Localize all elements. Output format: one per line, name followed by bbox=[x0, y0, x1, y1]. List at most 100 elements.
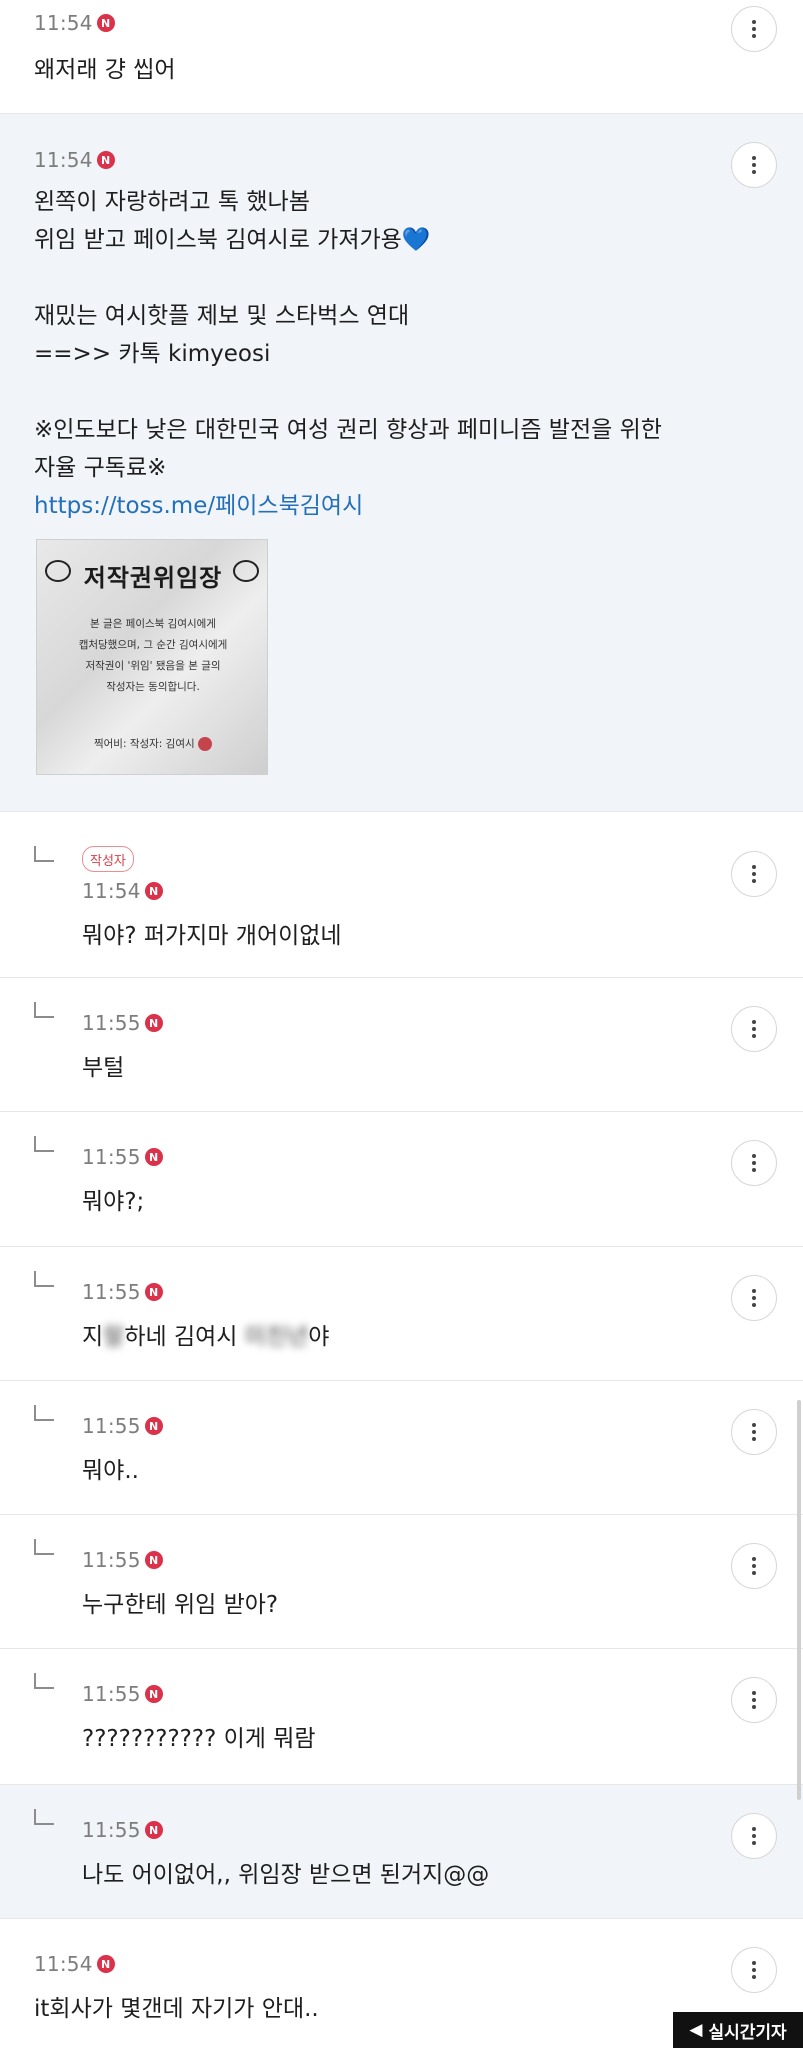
comment-time: 11:54 bbox=[82, 879, 141, 903]
comment-text: ??????????? 이게 뭐람 bbox=[82, 1726, 316, 1752]
comment-meta: 11:54 N bbox=[34, 1949, 115, 1979]
more-vertical-icon bbox=[752, 865, 756, 883]
more-options-button[interactable] bbox=[731, 142, 777, 188]
new-badge: N bbox=[144, 882, 163, 900]
reply-comment: 11:55 N 뭐야.. bbox=[0, 1381, 803, 1515]
comment-meta: 11:55 N bbox=[82, 1008, 163, 1038]
comment-text: 뭐야?; bbox=[82, 1189, 145, 1215]
reply-arrow-icon bbox=[34, 1002, 54, 1018]
more-vertical-icon bbox=[752, 1827, 756, 1845]
comment-meta: 11:54 N bbox=[34, 8, 115, 38]
comment-text: 뭐야.. bbox=[82, 1458, 139, 1484]
comment-text-line: ※인도보다 낮은 대한민국 여성 권리 향상과 페미니즘 발전을 위한 bbox=[34, 417, 662, 443]
comment-text: 왜저래 걍 씹어 bbox=[34, 57, 176, 83]
new-badge: N bbox=[144, 1014, 163, 1032]
more-vertical-icon bbox=[752, 1557, 756, 1575]
more-vertical-icon bbox=[752, 20, 756, 38]
comment-text-line: 왼쪽이 자랑하려고 톡 했나봄 bbox=[34, 189, 310, 215]
comment-time: 11:54 bbox=[34, 148, 93, 172]
comment-text: 뭐야? 퍼가지마 개어이없네 bbox=[82, 923, 342, 949]
reply-comment: 11:55 N 누구한테 위임 받아? bbox=[0, 1515, 803, 1649]
reply-comment: 작성자 11:54 N 뭐야? 퍼가지마 개어이없네 bbox=[0, 812, 803, 978]
more-options-button[interactable] bbox=[731, 6, 777, 52]
more-options-button[interactable] bbox=[731, 1409, 777, 1455]
reply-arrow-icon bbox=[34, 1673, 54, 1689]
comment-text: 나도 어이없어,, 위임장 받으면 된거지@@ bbox=[82, 1862, 490, 1888]
more-options-button[interactable] bbox=[731, 1543, 777, 1589]
new-badge: N bbox=[144, 1283, 163, 1301]
certificate-line: 캡처당했으며, 그 순간 김여시에게 bbox=[78, 639, 228, 651]
comment-text: it회사가 몇갠데 자기가 안대.. bbox=[34, 1996, 319, 2022]
comment-text-line: 자율 구독료※ bbox=[34, 455, 167, 481]
more-options-button[interactable] bbox=[731, 1140, 777, 1186]
more-options-button[interactable] bbox=[731, 1813, 777, 1859]
comment-time: 11:55 bbox=[82, 1414, 141, 1438]
comment-text-part: 지 bbox=[82, 1324, 104, 1350]
comment-time: 11:55 bbox=[82, 1682, 141, 1706]
watermark-text: 실시간기자 bbox=[708, 2022, 787, 2043]
more-vertical-icon bbox=[752, 1020, 756, 1038]
reply-arrow-icon bbox=[34, 1539, 54, 1555]
new-badge: N bbox=[144, 1148, 163, 1166]
new-badge: N bbox=[144, 1417, 163, 1435]
megaphone-icon: ◀ bbox=[689, 2020, 703, 2040]
more-vertical-icon bbox=[752, 1961, 756, 1979]
new-badge: N bbox=[144, 1551, 163, 1569]
comment: 11:54 N 왼쪽이 자랑하려고 톡 했나봄 위임 받고 페이스북 김여시로 … bbox=[0, 114, 803, 812]
more-vertical-icon bbox=[752, 1423, 756, 1441]
more-vertical-icon bbox=[752, 1154, 756, 1172]
reply-comment: 11:55 N ??????????? 이게 뭐람 bbox=[0, 1649, 803, 1785]
more-options-button[interactable] bbox=[731, 1677, 777, 1723]
toss-link[interactable]: https://toss.me/페이스북김여시 bbox=[34, 488, 363, 524]
comment-time: 11:55 bbox=[82, 1011, 141, 1035]
reply-arrow-icon bbox=[34, 1271, 54, 1287]
certificate-signature: 찍어비: 작성자: 김여시 bbox=[53, 736, 253, 751]
comment-text-part: 야 bbox=[308, 1324, 330, 1350]
new-badge: N bbox=[96, 1955, 115, 1973]
scrollbar[interactable] bbox=[797, 1400, 801, 1800]
reply-comment: 11:55 N 부털 bbox=[0, 978, 803, 1112]
more-options-button[interactable] bbox=[731, 1275, 777, 1321]
comment-time: 11:54 bbox=[34, 11, 93, 35]
comment-meta: 11:55 N bbox=[82, 1679, 163, 1709]
certificate-image[interactable]: 저작권위임장 본 글은 페이스북 김여시에게 캡처당했으며, 그 순간 김여시에… bbox=[36, 539, 268, 775]
new-badge: N bbox=[144, 1685, 163, 1703]
comment: 11:54 N 왜저래 걍 씹어 bbox=[0, 0, 803, 114]
comment-meta: 11:55 N bbox=[82, 1815, 163, 1845]
more-options-button[interactable] bbox=[731, 1006, 777, 1052]
author-badge: 작성자 bbox=[82, 846, 134, 872]
comment-time: 11:55 bbox=[82, 1145, 141, 1169]
comment-text: 누구한테 위임 받아? bbox=[82, 1592, 279, 1618]
comment-time: 11:54 bbox=[34, 1952, 93, 1976]
reply-arrow-icon bbox=[34, 1136, 54, 1152]
reply-arrow-icon bbox=[34, 1809, 54, 1825]
certificate-line: 작성자는 동의합니다. bbox=[106, 681, 200, 693]
certificate-line: 본 글은 페이스북 김여시에게 bbox=[90, 618, 216, 630]
comment-time: 11:55 bbox=[82, 1818, 141, 1842]
comment-text-line-content: 위임 받고 페이스북 김여시로 가져가용 bbox=[34, 227, 402, 253]
comment-time: 11:55 bbox=[82, 1548, 141, 1572]
comment-meta: 11:54 N bbox=[34, 145, 115, 175]
comment-meta: 11:55 N bbox=[82, 1411, 163, 1441]
certificate-body: 본 글은 페이스북 김여시에게 캡처당했으며, 그 순간 김여시에게 저작권이 … bbox=[53, 614, 253, 698]
new-badge: N bbox=[96, 14, 115, 32]
comment-meta: 11:55 N bbox=[82, 1545, 163, 1575]
certificate-line: 저작권이 '위임' 됐음을 본 글의 bbox=[85, 660, 221, 672]
new-badge: N bbox=[144, 1821, 163, 1839]
blurred-word: 랄 bbox=[103, 1324, 125, 1350]
certificate-sign-text: 찍어비: 작성자: 김여시 bbox=[93, 738, 195, 750]
certificate-title: 저작권위임장 bbox=[83, 563, 223, 592]
more-options-button[interactable] bbox=[731, 1947, 777, 1993]
comment-meta: 11:54 N bbox=[82, 876, 163, 906]
reply-arrow-icon bbox=[34, 846, 54, 862]
reply-comment: 11:55 N 뭐야?; bbox=[0, 1112, 803, 1247]
more-options-button[interactable] bbox=[731, 851, 777, 897]
more-vertical-icon bbox=[752, 156, 756, 174]
reply-arrow-icon bbox=[34, 1405, 54, 1421]
blue-heart-icon: 💙 bbox=[401, 227, 431, 253]
more-vertical-icon bbox=[752, 1691, 756, 1709]
comment-text-line: 재밌는 여시핫플 제보 및 스타벅스 연대 bbox=[34, 303, 410, 329]
watermark: ◀ 실시간기자 bbox=[673, 2012, 803, 2048]
comment-text-part: 하네 김여시 bbox=[124, 1324, 245, 1350]
comment-text-line: 위임 받고 페이스북 김여시로 가져가용💙 bbox=[34, 222, 430, 258]
